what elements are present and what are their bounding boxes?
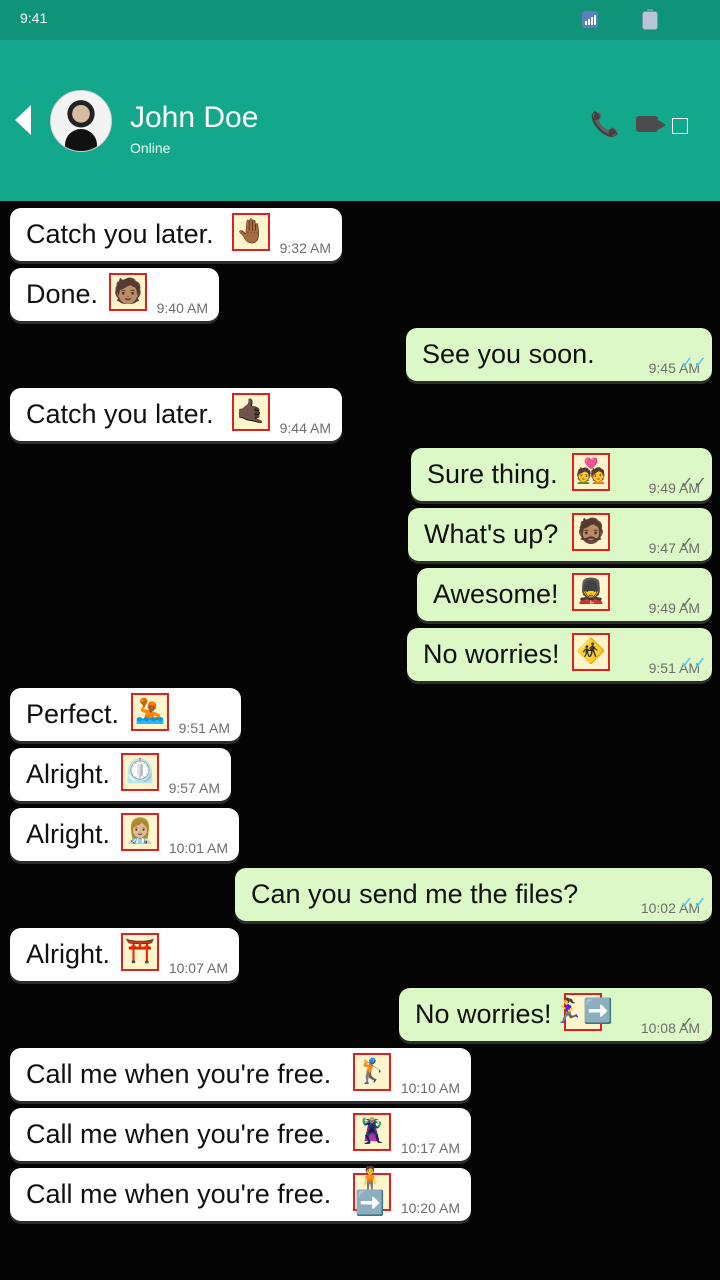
message-bubble[interactable]: Done. 🧑🏽 9:40 AM xyxy=(10,268,219,321)
menu-icon[interactable] xyxy=(672,118,688,134)
emoji: 🧑🏽 xyxy=(109,273,147,311)
message-time: 9:40 AM xyxy=(156,300,208,316)
emoji: 🏃‍♀️➡️ xyxy=(553,993,613,1031)
message-bubble[interactable]: Catch you later. 🤚🏾 9:32 AM xyxy=(10,208,342,261)
message-time: 10:10 AM xyxy=(400,1080,460,1096)
message-text: Call me when you're free. xyxy=(26,1119,332,1149)
message-text: Call me when you're free. xyxy=(26,1059,332,1089)
message-bubble[interactable]: Call me when you're free. 🧍➡️ 10:20 AM xyxy=(10,1168,471,1221)
read-receipt-icon: ✓✓ xyxy=(680,895,707,912)
emoji: 🚸 xyxy=(572,633,610,671)
message-time: 9:51 AM xyxy=(178,720,230,736)
emoji: 💂 xyxy=(572,573,610,611)
message-text: Catch you later. xyxy=(26,219,214,249)
message-text: No worries! xyxy=(423,639,560,669)
status-time: 9:41 xyxy=(20,10,48,26)
contact-name[interactable]: John Doe xyxy=(130,100,258,136)
emoji: 🦹🏼 xyxy=(353,1113,391,1151)
message-time: 10:01 AM xyxy=(168,840,228,856)
message-bubble[interactable]: Perfect. 🤽🏾 9:51 AM xyxy=(10,688,241,741)
message-bubble[interactable]: No worries! 🏃‍♀️➡️ 10:08 AM ✓ xyxy=(399,988,712,1041)
emoji: ⏲️ xyxy=(121,753,159,791)
message-text: See you soon. xyxy=(422,339,595,369)
message-text: Alright. xyxy=(26,759,111,789)
phone-icon[interactable]: 📞 xyxy=(590,110,620,138)
back-arrow-icon[interactable] xyxy=(15,105,31,135)
message-time: 9:57 AM xyxy=(168,780,220,796)
message-time: 9:32 AM xyxy=(279,240,331,256)
status-bar: 9:41 xyxy=(0,0,720,40)
message-time: 10:20 AM xyxy=(400,1200,460,1216)
sent-receipt-icon: ✓ xyxy=(680,595,694,612)
message-text: What's up? xyxy=(424,519,559,549)
message-text: Done. xyxy=(26,279,99,309)
video-camera-icon[interactable] xyxy=(630,110,666,138)
message-bubble[interactable]: Alright. ⛩️ 10:07 AM xyxy=(10,928,239,981)
message-text: No worries! xyxy=(415,999,552,1029)
sent-receipt-icon: ✓ xyxy=(680,1015,694,1032)
message-text: Perfect. xyxy=(26,699,120,729)
emoji: 🧍➡️ xyxy=(353,1168,391,1216)
message-text: Catch you later. xyxy=(26,399,214,429)
emoji: 🤽🏾 xyxy=(131,693,169,731)
message-bubble[interactable]: Can you send me the files? 10:02 AM ✓✓ xyxy=(235,868,712,921)
signal-icon xyxy=(582,11,598,28)
message-bubble[interactable]: No worries! 🚸 9:51 AM ✓✓ xyxy=(407,628,712,681)
read-receipt-icon: ✓✓ xyxy=(680,655,707,672)
message-time: 9:44 AM xyxy=(279,420,331,436)
emoji: 🧔🏽 xyxy=(572,513,610,551)
delivered-receipt-icon: ✓✓ xyxy=(680,475,707,492)
emoji: 🤙🏿 xyxy=(232,393,270,431)
emoji: ⛩️ xyxy=(121,933,159,971)
avatar[interactable] xyxy=(50,90,112,152)
chat-header: John Doe Online 📞 xyxy=(0,40,720,201)
message-bubble[interactable]: Alright. ⏲️ 9:57 AM xyxy=(10,748,231,801)
message-list[interactable]: Catch you later. 🤚🏾 9:32 AM Done. 🧑🏽 9:4… xyxy=(0,201,720,1280)
message-text: Can you send me the files? xyxy=(251,879,579,909)
message-text: Sure thing. xyxy=(427,459,558,489)
message-text: Call me when you're free. xyxy=(26,1179,332,1209)
read-receipt-icon: ✓✓ xyxy=(680,355,707,372)
emoji: 🏌️ xyxy=(353,1053,391,1091)
message-bubble[interactable]: What's up? 🧔🏽 9:47 AM ✓ xyxy=(408,508,712,561)
message-bubble[interactable]: Call me when you're free. 🦹🏼 10:17 AM xyxy=(10,1108,471,1161)
battery-icon xyxy=(642,9,658,30)
emoji: 👩🏼‍⚕️ xyxy=(121,813,159,851)
message-time: 10:17 AM xyxy=(400,1140,460,1156)
message-bubble[interactable]: Sure thing. 💑 9:49 AM ✓✓ xyxy=(411,448,712,501)
message-bubble[interactable]: Alright. 👩🏼‍⚕️ 10:01 AM xyxy=(10,808,239,861)
message-text: Awesome! xyxy=(433,579,559,609)
message-bubble[interactable]: See you soon. 9:45 AM ✓✓ xyxy=(406,328,712,381)
emoji: 💑 xyxy=(572,453,610,491)
message-bubble[interactable]: Catch you later. 🤙🏿 9:44 AM xyxy=(10,388,342,441)
emoji: 🤚🏾 xyxy=(232,213,270,251)
sent-receipt-icon: ✓ xyxy=(680,535,694,552)
message-text: Alright. xyxy=(26,939,111,969)
message-bubble[interactable]: Awesome! 💂 9:49 AM ✓ xyxy=(417,568,712,621)
message-time: 10:07 AM xyxy=(168,960,228,976)
message-text: Alright. xyxy=(26,819,111,849)
contact-status: Online xyxy=(130,140,171,156)
message-bubble[interactable]: Call me when you're free. 🏌️ 10:10 AM xyxy=(10,1048,471,1101)
